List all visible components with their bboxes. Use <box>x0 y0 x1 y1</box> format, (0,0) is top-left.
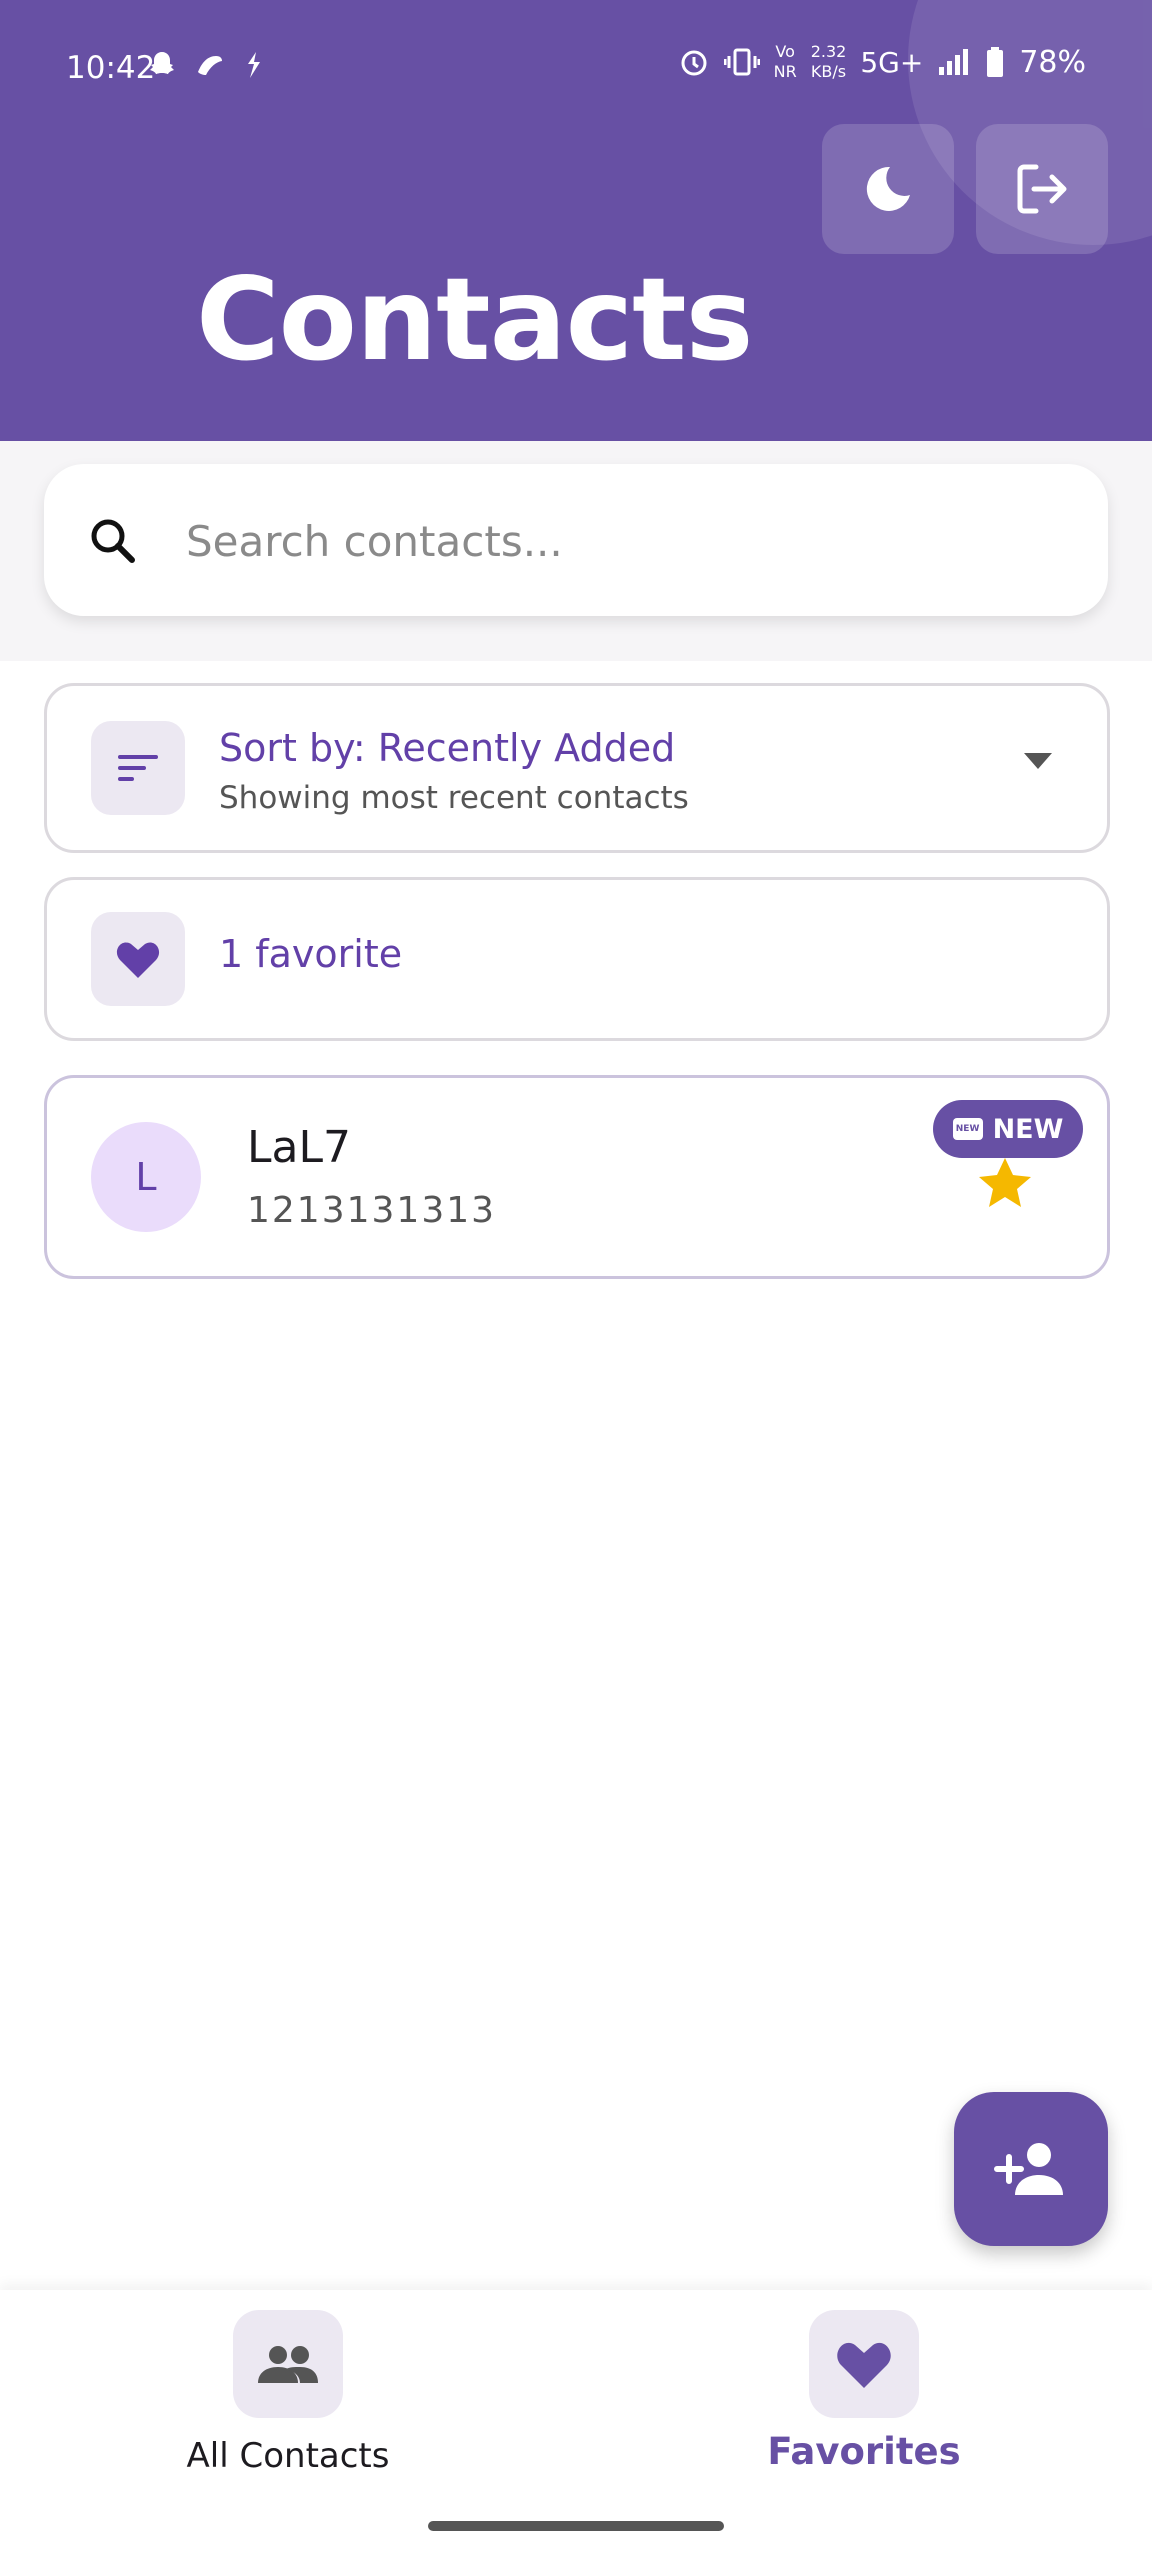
battery-icon <box>987 47 1004 77</box>
nav-label: All Contacts <box>186 2436 390 2476</box>
heart-icon <box>116 942 160 978</box>
status-system-icons: Vo NR 2.32 KB/s 5G+ 78% <box>678 42 1086 82</box>
favorites-count: 1 favorite <box>219 932 403 976</box>
new-badge: NEW NEW <box>933 1100 1083 1158</box>
dropdown-arrow-icon <box>1024 753 1052 769</box>
logout-button[interactable] <box>976 124 1108 254</box>
people-icon <box>258 2346 318 2383</box>
bottom-navigation: All Contacts Favorites <box>0 2290 1152 2560</box>
dark-mode-button[interactable] <box>822 124 954 254</box>
contact-phone: 1213131313 <box>247 1190 497 1231</box>
messenger-icon <box>248 52 260 78</box>
alarm-icon <box>681 50 707 76</box>
page-title: Contacts <box>196 253 753 386</box>
sort-description: Showing most recent contacts <box>219 780 689 816</box>
logout-icon <box>1017 164 1067 214</box>
new-label-icon: NEW <box>952 1118 983 1140</box>
moon-icon <box>866 166 910 211</box>
status-notification-icons <box>148 50 264 80</box>
vibrate-icon <box>723 48 760 76</box>
nav-favorites[interactable]: Favorites <box>654 2310 1074 2500</box>
battery-percent: 78% <box>1019 44 1086 80</box>
sort-selector[interactable]: Sort by: Recently Added Showing most rec… <box>44 683 1110 853</box>
favorites-summary: 1 favorite <box>44 877 1110 1041</box>
app-icon <box>198 56 222 75</box>
home-indicator[interactable] <box>428 2521 724 2531</box>
status-time: 10:42 <box>66 50 156 86</box>
app-header: 10:42 Vo NR 2.32 KB/s 5G+ 78% Contacts <box>0 0 1152 441</box>
nav-label: Favorites <box>767 2430 961 2473</box>
sort-icon <box>118 755 158 781</box>
vo-nr-indicator: Vo NR <box>773 42 797 81</box>
add-contact-button[interactable] <box>954 2092 1108 2246</box>
search-icon <box>91 519 135 563</box>
nav-all-contacts[interactable]: All Contacts <box>78 2310 498 2500</box>
nav-icon-pill <box>809 2310 919 2418</box>
new-badge-text: NEW <box>992 1113 1064 1145</box>
network-speed: 2.32 KB/s <box>810 42 847 81</box>
signal-icon <box>939 49 969 75</box>
status-bar: 10:42 Vo NR 2.32 KB/s 5G+ 78% <box>0 0 1152 140</box>
nav-icon-pill <box>233 2310 343 2418</box>
contact-card[interactable]: L LaL7 1213131313 NEW NEW <box>44 1075 1110 1279</box>
heart-icon <box>837 2342 891 2388</box>
heart-icon-tile <box>91 912 185 1006</box>
contact-name: LaL7 <box>247 1122 351 1173</box>
sort-icon-tile <box>91 721 185 815</box>
search-bar[interactable] <box>44 464 1108 616</box>
network-type: 5G+ <box>860 45 924 79</box>
search-input[interactable] <box>184 504 1068 578</box>
snapchat-icon <box>150 52 174 74</box>
add-person-icon <box>994 2143 1063 2195</box>
avatar: L <box>91 1122 201 1232</box>
sort-label: Sort by: Recently Added <box>219 726 676 770</box>
favorite-star-icon[interactable] <box>977 1156 1033 1210</box>
